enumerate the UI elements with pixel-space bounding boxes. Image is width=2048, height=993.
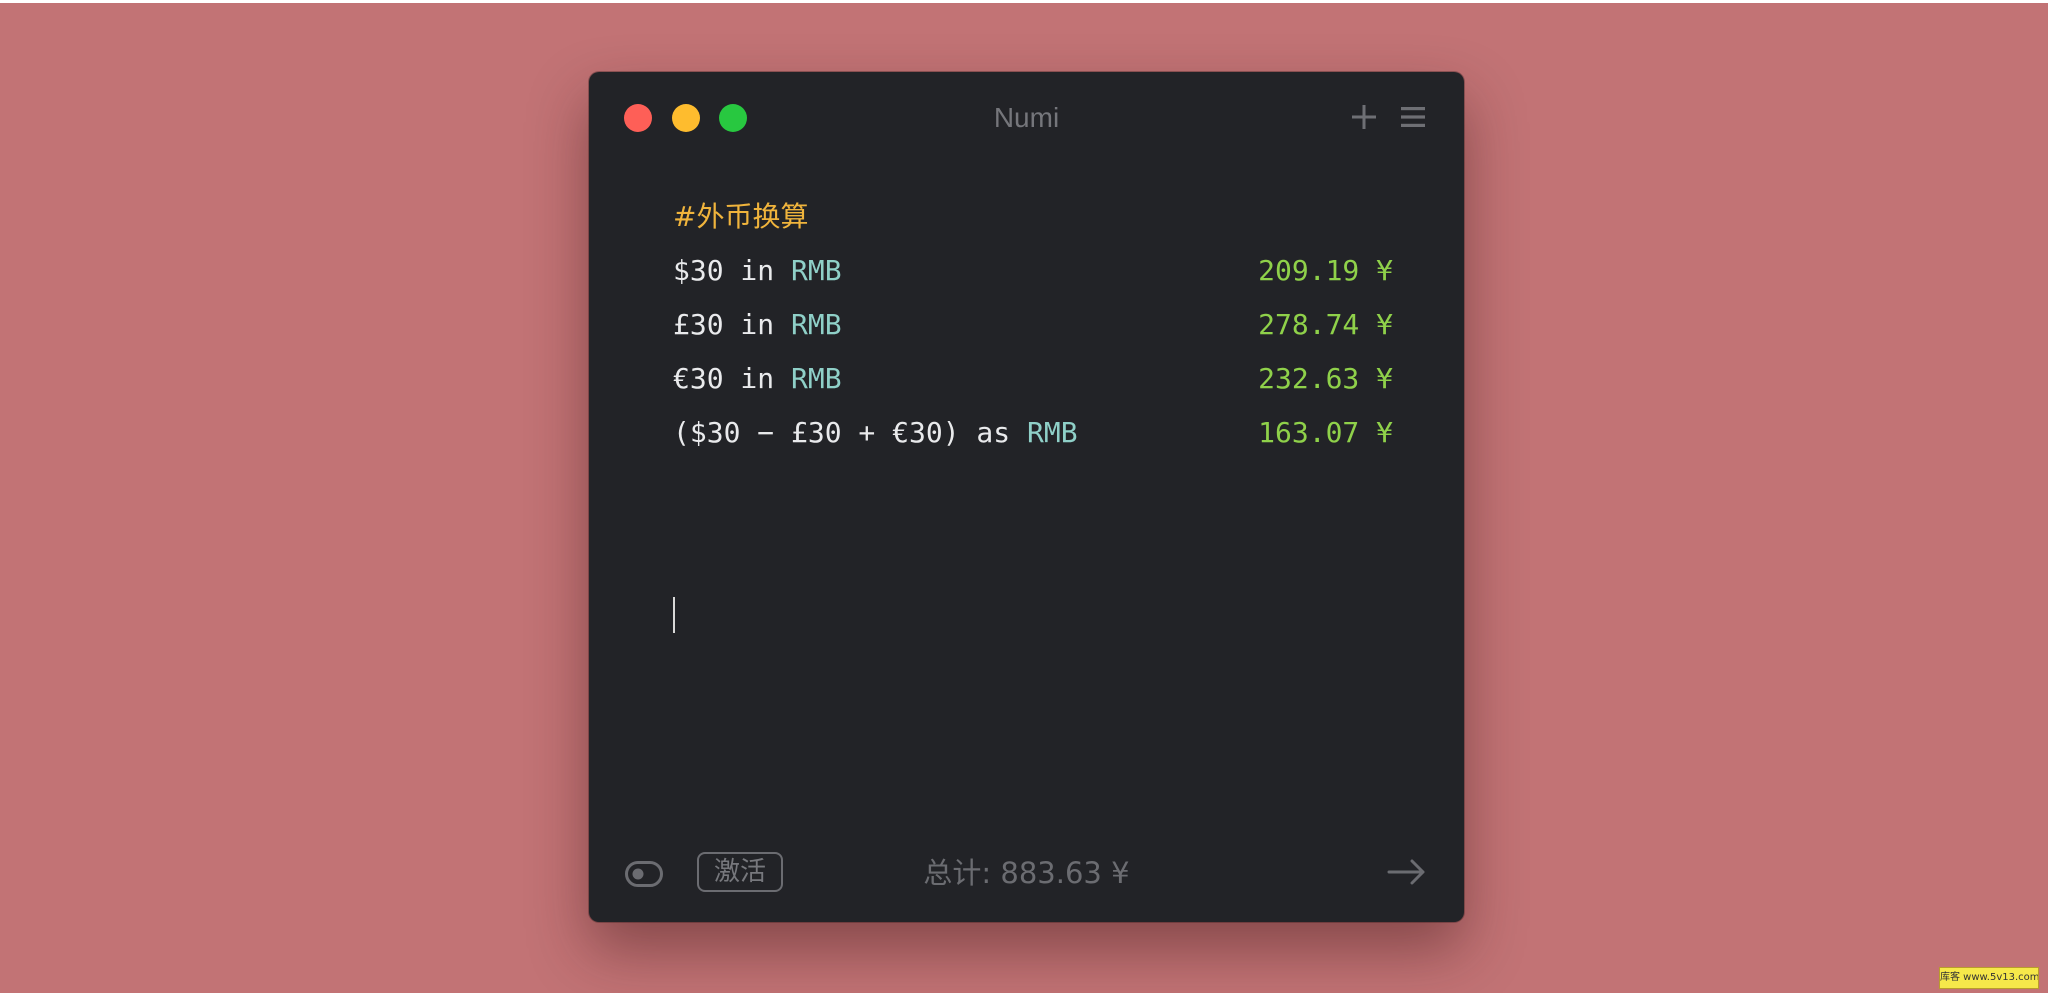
footer-bar: 激活 总计: 883.63 ¥ (589, 847, 1464, 907)
calc-line[interactable]: ($30 − £30 + €30) as RMB 163.07 ¥ (673, 406, 1393, 460)
calc-line[interactable]: £30 in RMB 278.74 ¥ (673, 298, 1393, 352)
window-title: Numi (993, 102, 1060, 133)
text-cursor (673, 597, 675, 633)
result-value[interactable]: 278.74 ¥ (1258, 298, 1393, 352)
expression-text: $30 in (673, 254, 792, 287)
calculation-editor[interactable]: #外币换算 $30 in RMB 209.19 ¥ £30 in RMB 278.74… (673, 190, 1393, 460)
calc-line[interactable]: €30 in RMB 232.63 ¥ (673, 352, 1393, 406)
arrow-right-icon[interactable] (1387, 857, 1427, 887)
heading-line: #外币换算 (673, 200, 809, 233)
title-bar[interactable]: Numi (589, 72, 1464, 162)
expression-text: ($30 − £30 + €30) as (673, 416, 1028, 449)
total-label: 总计: 883.63 ¥ (923, 856, 1130, 890)
expression-text: £30 in (673, 308, 792, 341)
result-value[interactable]: 232.63 ¥ (1258, 352, 1393, 406)
unit-token: RMB (791, 308, 842, 341)
top-strip (0, 0, 2048, 3)
calc-line[interactable]: $30 in RMB 209.19 ¥ (673, 244, 1393, 298)
expression-text: €30 in (673, 362, 792, 395)
plus-icon[interactable] (1347, 100, 1381, 134)
unit-token: RMB (791, 254, 842, 287)
unit-token: RMB (791, 362, 842, 395)
unit-token: RMB (1027, 416, 1078, 449)
calculation-lines: $30 in RMB 209.19 ¥ £30 in RMB 278.74 ¥ €30 … (673, 244, 1393, 460)
watermark-logo: 库客 www.5v13.com (1939, 967, 2039, 989)
numi-window: Numi #外币换算 $30 in RMB 209.19 ¥ £30 in RMB 2… (589, 72, 1464, 922)
result-value[interactable]: 209.19 ¥ (1258, 244, 1393, 298)
menu-icon[interactable] (1396, 100, 1430, 134)
result-value[interactable]: 163.07 ¥ (1258, 406, 1393, 460)
